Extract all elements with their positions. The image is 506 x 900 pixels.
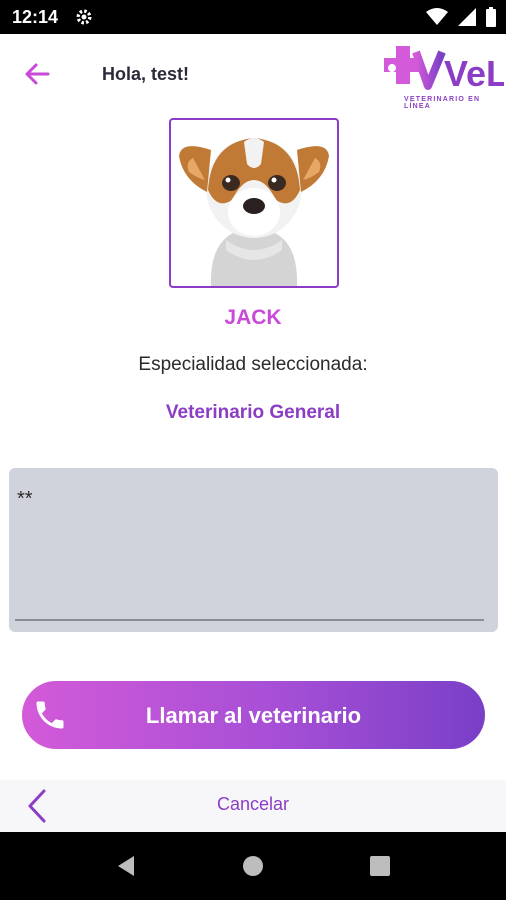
system-navigation-bar <box>0 832 506 900</box>
logo-text: VeL <box>444 53 504 94</box>
call-veterinarian-button[interactable]: Llamar al veterinario <box>22 681 485 749</box>
signal-icon <box>458 8 476 26</box>
message-text: ** <box>17 488 33 510</box>
logo-subtitle: VETERINARIO EN LÍNEA <box>404 96 481 110</box>
gear-icon <box>76 9 92 25</box>
nav-back-icon[interactable] <box>112 852 140 880</box>
textarea-underline <box>15 619 484 621</box>
wifi-icon <box>426 8 448 25</box>
greeting-text: Hola, test! <box>102 64 190 84</box>
dog-illustration <box>179 138 329 286</box>
specialty-value: Veterinario General <box>165 402 341 423</box>
pet-name: JACK <box>224 306 282 329</box>
specialty-label: Especialidad seleccionada: <box>138 354 368 375</box>
bottom-action-bar: Cancelar <box>0 780 506 832</box>
back-arrow-icon[interactable] <box>22 58 54 90</box>
status-time: 12:14 <box>12 7 59 27</box>
call-button-label: Llamar al veterinario <box>145 703 362 728</box>
status-bar: 12:14 <box>0 0 506 34</box>
nav-home-icon[interactable] <box>239 852 267 880</box>
battery-icon <box>486 7 496 27</box>
nav-recents-icon[interactable] <box>366 852 394 880</box>
cancel-button[interactable]: Cancelar <box>0 794 506 815</box>
message-textarea[interactable]: ** <box>9 468 498 632</box>
pet-avatar[interactable] <box>169 118 339 288</box>
